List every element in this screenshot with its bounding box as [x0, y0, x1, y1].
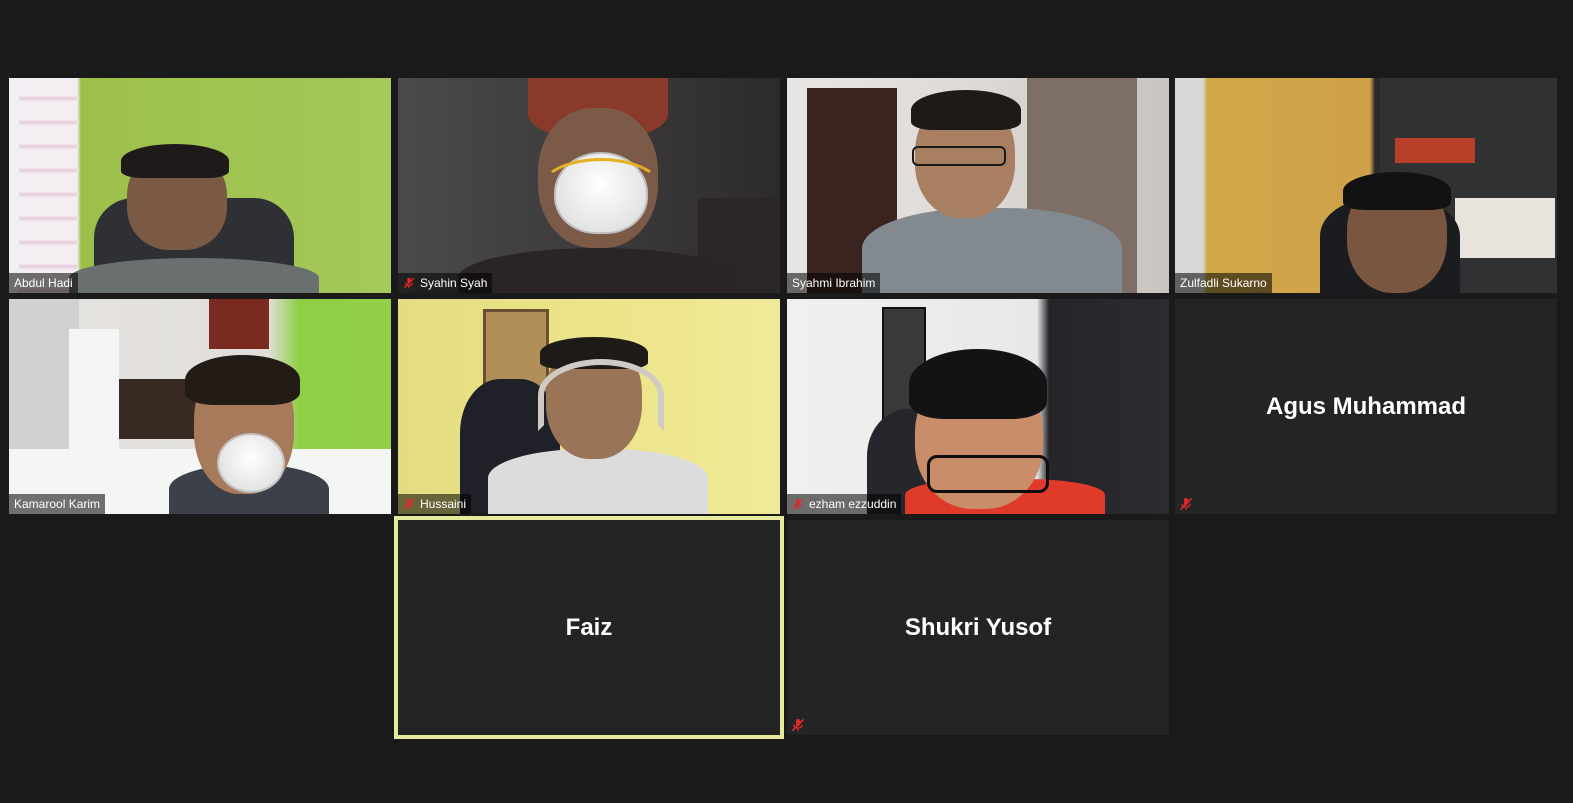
participant-video — [398, 78, 780, 293]
participant-name-label: Syahin Syah — [398, 273, 493, 293]
microphone-muted-icon — [403, 277, 415, 289]
participant-video — [787, 299, 1169, 514]
video-tile-hussaini[interactable]: Hussaini — [398, 299, 780, 514]
video-tile-abdul-hadi[interactable]: Abdul Hadi — [9, 78, 391, 293]
participant-name-label: Abdul Hadi — [9, 273, 78, 293]
video-tile-faiz-active-speaker[interactable]: Faiz — [394, 516, 784, 739]
video-tile-zulfadli-sukarno[interactable]: Zulfadli Sukarno — [1175, 78, 1557, 293]
microphone-muted-icon — [792, 498, 804, 510]
participant-video — [1175, 78, 1557, 293]
participant-name-label: Kamarool Karim — [9, 494, 106, 514]
microphone-muted-icon — [403, 498, 415, 510]
participant-name: Faiz — [565, 613, 613, 641]
video-tile-kamarool-karim[interactable]: Kamarool Karim — [9, 299, 391, 514]
video-tile-syahmi-ibrahim[interactable]: Syahmi Ibrahim — [787, 78, 1169, 293]
microphone-muted-icon — [1179, 497, 1193, 511]
microphone-muted-icon — [791, 718, 805, 732]
participant-name-label: Hussaini — [398, 494, 472, 514]
participant-video — [398, 299, 780, 514]
participant-name-label: Zulfadli Sukarno — [1175, 273, 1272, 293]
video-tile-agus-muhammad[interactable]: Agus Muhammad — [1175, 299, 1557, 514]
participant-name-label: ezham ezzuddin — [787, 494, 902, 514]
video-tile-shukri-yusof[interactable]: Shukri Yusof — [787, 520, 1169, 735]
participant-video — [9, 299, 391, 514]
video-tile-ezham-ezzuddin[interactable]: ezham ezzuddin — [787, 299, 1169, 514]
participant-video — [9, 78, 391, 293]
participant-name: Agus Muhammad — [1265, 392, 1466, 420]
participant-name: Shukri Yusof — [904, 613, 1052, 641]
participant-name-label: Syahmi Ibrahim — [787, 273, 881, 293]
video-tile-syahin-syah[interactable]: Syahin Syah — [398, 78, 780, 293]
face-mask-overlay — [217, 433, 285, 493]
participant-video — [787, 78, 1169, 293]
